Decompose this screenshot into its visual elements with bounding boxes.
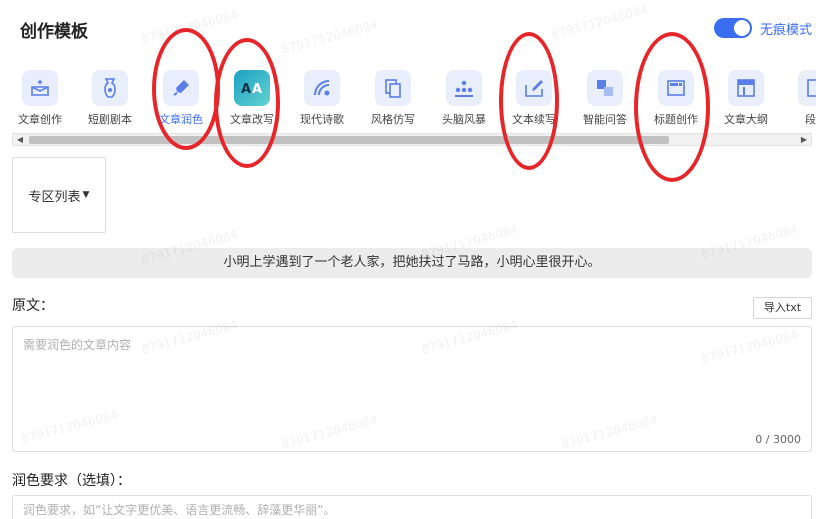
tool-label: 智能问答: [583, 113, 627, 126]
tool-label: 文章大纲: [724, 113, 768, 126]
toggle-knob: [733, 20, 750, 36]
scroll-right-icon[interactable]: ▶: [797, 134, 811, 145]
import-txt-button[interactable]: 导入txt: [753, 297, 812, 319]
char-counter: 0 / 3000: [755, 433, 801, 446]
tool-label: 短剧剧本: [88, 113, 132, 126]
zone-list-label: 专区列表: [28, 189, 81, 205]
box-sparkle-icon: [22, 70, 58, 106]
tool-label: 文章创作: [18, 113, 62, 126]
title-card-icon: [658, 70, 694, 106]
tool-label: 文章改写: [230, 113, 274, 126]
vase-icon: [92, 70, 128, 106]
people-icon: [446, 70, 482, 106]
tool-rewrite[interactable]: AA 文章改写: [216, 66, 288, 130]
tool-smart-qa[interactable]: 智能问答: [569, 66, 641, 130]
sample-text[interactable]: 小明上学遇到了一个老人家，把她扶过了马路，小明心里很开心。: [12, 248, 812, 278]
template-toolbar: 文章创作 短剧剧本 文章润色 AA 文章改写 现代诗歌 风格仿写 头脑风暴 文本…: [0, 66, 816, 130]
requirement-label: 润色要求（选填）：: [12, 473, 131, 489]
scroll-left-icon[interactable]: ◀: [13, 134, 27, 145]
scrollbar-thumb[interactable]: [29, 136, 669, 144]
tool-label: 文本续写: [512, 113, 556, 126]
svg-text:A: A: [252, 82, 262, 97]
original-textarea-box: 0 / 3000: [12, 326, 812, 452]
incognito-mode-control[interactable]: 无痕模式: [713, 18, 812, 38]
tool-label: 文章润色: [159, 113, 203, 126]
original-label: 原文：: [12, 298, 54, 314]
page-title: 创作模板: [20, 22, 88, 42]
paragraph-icon: [798, 70, 816, 106]
caret-down-icon: ▼: [82, 190, 90, 200]
requirement-input[interactable]: [12, 495, 812, 519]
tool-label: 现代诗歌: [300, 113, 344, 126]
wifi-icon: [304, 70, 340, 106]
translate-icon: AA: [234, 70, 270, 106]
tool-modern-poetry[interactable]: 现代诗歌: [286, 66, 358, 130]
tool-article-create[interactable]: 文章创作: [4, 66, 76, 130]
original-text-input[interactable]: [13, 327, 811, 451]
header: 创作模板 无痕模式: [0, 0, 816, 58]
tool-label: 头脑风暴: [442, 113, 486, 126]
svg-text:A: A: [241, 82, 251, 97]
tool-paragraph[interactable]: 段落: [780, 66, 816, 130]
tool-label: 标题创作: [654, 113, 698, 126]
tool-label: 段落: [805, 113, 816, 126]
toolbar-scrollbar[interactable]: ◀ ▶: [12, 133, 812, 146]
copy-icon: [375, 70, 411, 106]
tool-label: 风格仿写: [371, 113, 415, 126]
incognito-label: 无痕模式: [759, 22, 812, 38]
incognito-toggle[interactable]: [713, 18, 752, 38]
tool-brainstorm[interactable]: 头脑风暴: [428, 66, 500, 130]
tool-continue-writing[interactable]: 文本续写: [498, 66, 570, 130]
tool-outline[interactable]: 文章大纲: [710, 66, 782, 130]
qa-icon: [587, 70, 623, 106]
edit-box-icon: [516, 70, 552, 106]
tool-polish[interactable]: 文章润色: [145, 66, 217, 130]
tool-style-imitation[interactable]: 风格仿写: [357, 66, 429, 130]
tool-short-drama[interactable]: 短剧剧本: [74, 66, 146, 130]
tool-title-create[interactable]: 标题创作: [640, 66, 712, 130]
zone-list-dropdown[interactable]: 专区列表 ▼: [12, 157, 106, 233]
brush-icon: [163, 70, 199, 106]
outline-icon: [728, 70, 764, 106]
